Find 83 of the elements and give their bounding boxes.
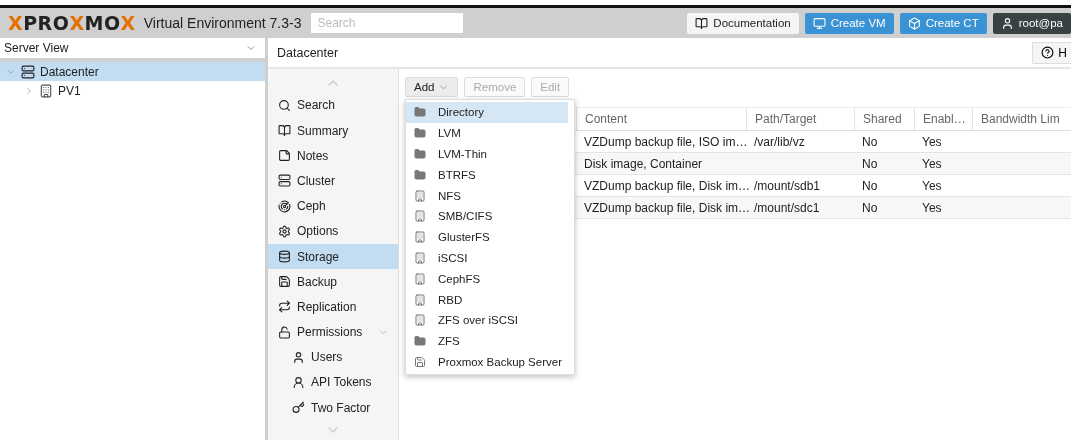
padlock-icon: [278, 325, 291, 339]
folder-icon: [414, 127, 426, 140]
nav-item[interactable]: Backup: [268, 269, 398, 295]
table-cell-text: /mount/sdb1: [753, 177, 822, 195]
note-icon: [278, 149, 291, 163]
floppy-icon: [414, 355, 426, 368]
building-icon: [414, 251, 426, 264]
table-cell-text: Disk image, Container: [583, 155, 704, 173]
menu-item[interactable]: iSCSI: [406, 247, 568, 269]
expand-icon[interactable]: [24, 85, 34, 96]
nav-item[interactable]: Notes: [268, 143, 398, 169]
folder-icon: [414, 168, 426, 181]
folder-icon: [414, 106, 426, 119]
column-header[interactable]: Path/Target: [746, 108, 854, 130]
user-icon: [292, 375, 305, 389]
building-icon: [414, 210, 426, 223]
search-field[interactable]: Search: [311, 13, 464, 33]
building-icon: [414, 272, 426, 285]
user-icon: [292, 350, 305, 364]
nav-item[interactable]: Options: [268, 218, 398, 244]
column-header[interactable]: Shared: [854, 108, 914, 130]
building-icon: [414, 314, 426, 327]
cube-icon: [907, 16, 921, 30]
server-icon: [278, 174, 291, 188]
nav-item[interactable]: API Tokens: [268, 369, 398, 396]
book-icon: [695, 16, 709, 30]
menu-item[interactable]: Directory: [406, 102, 568, 123]
tree-item[interactable]: Datacenter: [0, 62, 265, 81]
search-icon: [278, 98, 291, 112]
nav-item[interactable]: Two Factor: [268, 395, 398, 421]
user-menu-button[interactable]: root@pa: [992, 12, 1071, 34]
user-icon: [1000, 16, 1014, 30]
folder-icon: [414, 335, 426, 348]
table-cell-text: /var/lib/vz: [753, 133, 806, 151]
menu-item[interactable]: ZFS over iSCSI: [406, 309, 568, 331]
nav-item[interactable]: Summary: [268, 117, 398, 144]
table-cell-text: No: [861, 199, 879, 217]
building-icon: [414, 231, 426, 244]
product-version: Virtual Environment 7.3-3: [143, 15, 302, 31]
table-cell-text: No: [861, 177, 879, 195]
table-cell-text: No: [861, 155, 879, 173]
header-button[interactable]: Documentation: [687, 12, 799, 34]
key-icon: [292, 401, 305, 415]
nav-item[interactable]: Ceph: [268, 193, 398, 219]
table-cell-text: VZDump backup file, ISO im…: [583, 133, 746, 151]
tree-item[interactable]: PV1: [0, 81, 265, 100]
gear-icon: [278, 224, 291, 238]
monitor-icon: [812, 16, 826, 30]
menu-item[interactable]: Proxmox Backup Server: [406, 351, 568, 373]
table-cell-text: Yes: [921, 177, 943, 195]
database-icon: [278, 250, 291, 263]
menu-item[interactable]: GlusterFS: [406, 226, 568, 248]
help-icon: [1041, 46, 1055, 59]
column-header[interactable]: Enabl…: [914, 108, 972, 130]
nav-item[interactable]: Users: [268, 344, 398, 370]
panel-title: Datacenter: [277, 45, 339, 60]
nav-item[interactable]: Permissions: [268, 319, 398, 345]
nav-item[interactable]: Storage: [268, 243, 398, 270]
folder-icon: [414, 148, 426, 160]
help-button[interactable]: H: [1032, 41, 1071, 64]
toolbar-button[interactable]: Add: [405, 77, 459, 97]
logo: XPROXMOX: [8, 12, 136, 34]
radar-icon: [278, 199, 291, 213]
table-cell-text: /mount/sdc1: [753, 199, 821, 217]
menu-item[interactable]: CephFS: [406, 268, 568, 290]
building-icon: [39, 83, 53, 98]
column-header[interactable]: Bandwidth Lim: [972, 108, 1071, 130]
repeat-icon: [278, 300, 291, 314]
menu-item[interactable]: RBD: [406, 289, 568, 310]
column-header[interactable]: Content: [576, 108, 746, 130]
table-cell-text: No: [861, 133, 879, 151]
server-icon: [21, 64, 35, 79]
menu-item[interactable]: ZFS: [406, 330, 568, 352]
floppy-icon: [278, 275, 291, 289]
table-cell-text: Yes: [921, 133, 943, 151]
table-cell-text: Yes: [921, 155, 943, 173]
nav-item[interactable]: Search: [268, 92, 398, 118]
nav-item[interactable]: Cluster: [268, 168, 398, 194]
book-icon: [278, 124, 291, 138]
building-icon: [414, 189, 426, 202]
building-icon: [414, 293, 426, 306]
nav-item[interactable]: Replication: [268, 294, 398, 320]
table-cell-text: Yes: [921, 199, 943, 217]
